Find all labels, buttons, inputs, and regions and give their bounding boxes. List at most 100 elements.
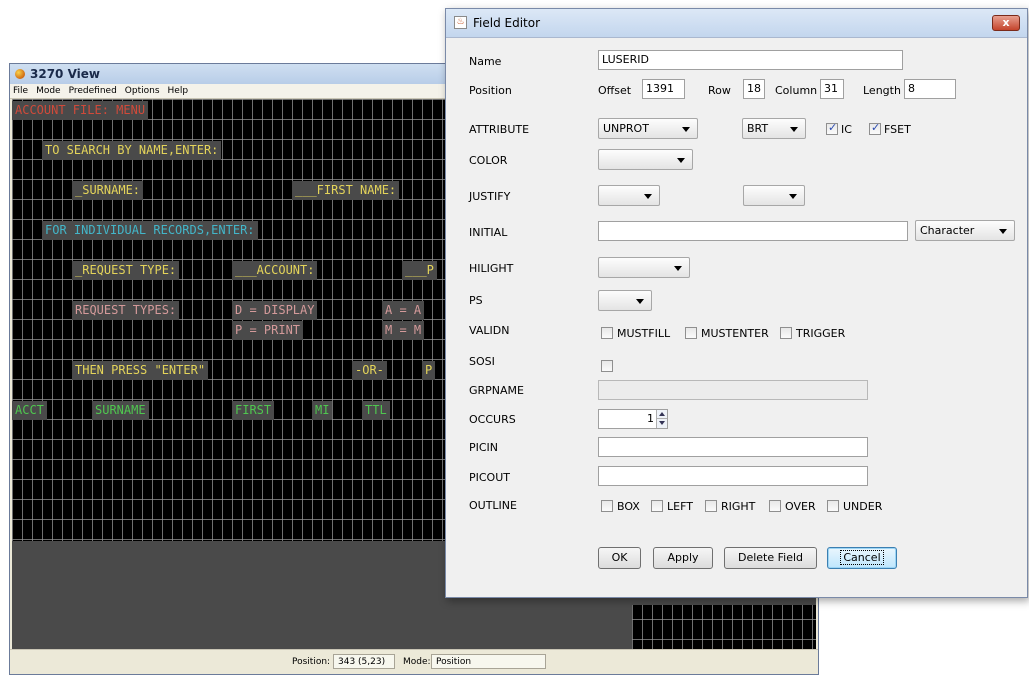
right-checkbox[interactable] [705, 500, 717, 512]
spin-up-icon[interactable] [656, 410, 667, 419]
cancel-button[interactable]: Cancel [827, 547, 897, 569]
trigger-checkbox[interactable] [780, 327, 792, 339]
offset-field[interactable]: 1391 [642, 79, 685, 99]
left-outline-label: LEFT [667, 500, 693, 513]
screen-empty-rows-bottom [12, 605, 632, 649]
dialog-titlebar[interactable]: ♨ Field Editor x [446, 9, 1027, 38]
status-position-label: Position: [292, 657, 331, 667]
attribute-label: ATTRIBUTE [469, 123, 530, 136]
status-position-value: 343 (5,23) [333, 654, 395, 669]
chevron-down-icon [682, 127, 690, 132]
spin-down-icon[interactable] [656, 419, 667, 428]
validn-label: VALIDN [469, 324, 510, 337]
ic-checkbox[interactable] [826, 121, 838, 135]
chevron-down-icon [790, 127, 798, 132]
terminal-field-14: -OR- [352, 361, 387, 380]
menu-options[interactable]: Options [125, 86, 160, 96]
intensity-select-value: BRT [747, 122, 769, 135]
terminal-field-13: THEN PRESS "ENTER" [72, 361, 209, 380]
column-field[interactable]: 31 [820, 79, 844, 99]
trigger-label: TRIGGER [796, 327, 846, 340]
row-field[interactable]: 18 [743, 79, 765, 99]
chevron-down-icon [789, 194, 797, 199]
name-label: Name [469, 55, 502, 68]
mustfill-label: MUSTFILL [617, 327, 671, 340]
box-label: BOX [617, 500, 640, 513]
fset-checkbox[interactable] [869, 121, 881, 135]
app-icon [15, 69, 25, 79]
hilight-select[interactable] [598, 257, 690, 278]
picin-label: PICIN [469, 441, 499, 454]
mustenter-label: MUSTENTER [701, 327, 769, 340]
row-label: Row [708, 84, 731, 97]
initial-field[interactable] [598, 221, 908, 241]
chevron-down-icon [677, 158, 685, 163]
cancel-button-label: Cancel [840, 550, 884, 565]
length-label: Length [863, 84, 901, 97]
menu-file[interactable]: File [13, 86, 28, 96]
terminal-field-8: REQUEST TYPES: [72, 301, 180, 320]
length-field[interactable]: 8 [904, 79, 956, 99]
intensity-select[interactable]: BRT [742, 118, 806, 139]
menu-predefined[interactable]: Predefined [69, 86, 117, 96]
dialog-title: Field Editor [473, 16, 541, 30]
column-label: Column [775, 84, 818, 97]
color-select[interactable] [598, 149, 693, 170]
left-checkbox[interactable] [651, 500, 663, 512]
terminal-field-10: A = A [382, 301, 425, 320]
field-editor-dialog: ♨ Field Editor x Name LUSERID Position O… [445, 8, 1028, 598]
close-button[interactable]: x [992, 15, 1020, 31]
over-label: OVER [785, 500, 816, 513]
grpname-label: GRPNAME [469, 384, 524, 397]
terminal-field-5: _REQUEST TYPE: [72, 261, 180, 280]
picout-field[interactable] [598, 466, 868, 486]
offset-label: Offset [598, 84, 632, 97]
justify-select-2[interactable] [743, 185, 805, 206]
terminal-field-19: MI [312, 401, 333, 420]
ps-label: PS [469, 294, 483, 307]
viewer-title: 3270 View [30, 67, 100, 81]
occurs-value: 1 [647, 412, 654, 425]
terminal-field-17: SURNAME [92, 401, 149, 420]
terminal-field-18: FIRST [232, 401, 275, 420]
terminal-field-15: P [422, 361, 436, 380]
under-checkbox[interactable] [827, 500, 839, 512]
terminal-field-4: FOR INDIVIDUAL RECORDS,ENTER: [42, 221, 258, 240]
menu-help[interactable]: Help [168, 86, 189, 96]
initial-label: INITIAL [469, 226, 508, 239]
position-label: Position [469, 84, 512, 97]
status-mode-label: Mode: [403, 657, 431, 667]
terminal-field-3: ___FIRST NAME: [292, 181, 400, 200]
terminal-field-7: ___P [402, 261, 437, 280]
ok-button[interactable]: OK [598, 547, 641, 569]
initial-type-select[interactable]: Character [915, 220, 1015, 241]
sosi-label: SOSI [469, 355, 495, 368]
ps-select[interactable] [598, 290, 652, 311]
attribute-select[interactable]: UNPROT [598, 118, 698, 139]
status-bar: Position: 343 (5,23) Mode: Position [10, 649, 818, 674]
terminal-field-6: ___ACCOUNT: [232, 261, 318, 280]
occurs-spinner[interactable]: 1 [598, 409, 668, 429]
chevron-down-icon [999, 229, 1007, 234]
box-checkbox[interactable] [601, 500, 613, 512]
delete-field-button[interactable]: Delete Field [724, 547, 817, 569]
menu-mode[interactable]: Mode [36, 86, 61, 96]
initial-type-value: Character [920, 224, 975, 237]
occurs-label: OCCURS [469, 413, 516, 426]
justify-select-1[interactable] [598, 185, 660, 206]
terminal-field-1: TO SEARCH BY NAME,ENTER: [42, 141, 222, 160]
name-field[interactable]: LUSERID [598, 50, 903, 70]
justify-label: JUSTIFY [469, 190, 511, 203]
outline-label: OUTLINE [469, 499, 517, 512]
chevron-down-icon [644, 194, 652, 199]
sosi-checkbox[interactable] [601, 360, 613, 372]
apply-button[interactable]: Apply [653, 547, 713, 569]
over-checkbox[interactable] [769, 500, 781, 512]
mustfill-checkbox[interactable] [601, 327, 613, 339]
mustenter-checkbox[interactable] [685, 327, 697, 339]
terminal-field-16: ACCT [12, 401, 47, 420]
color-label: COLOR [469, 154, 508, 167]
ic-label: IC [841, 123, 852, 136]
picin-field[interactable] [598, 437, 868, 457]
fset-label: FSET [884, 123, 911, 136]
